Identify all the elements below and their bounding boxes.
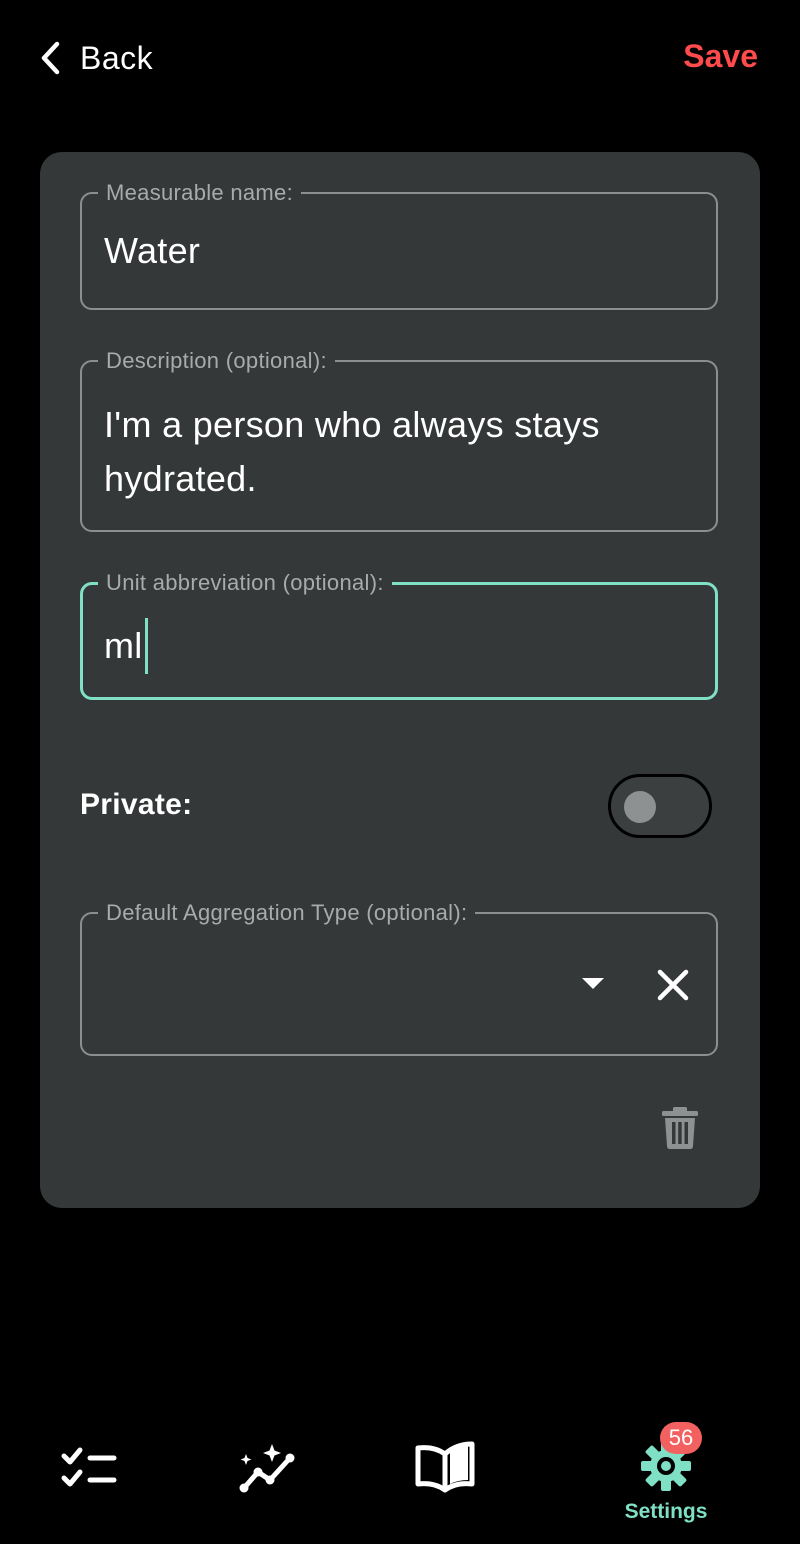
chevron-left-icon xyxy=(36,40,64,76)
aggregation-type-select[interactable]: Default Aggregation Type (optional): xyxy=(80,900,718,1056)
nav-habits[interactable] xyxy=(60,1444,120,1492)
trash-icon[interactable] xyxy=(660,1106,700,1150)
toggle-knob xyxy=(624,791,656,823)
unit-abbreviation-input: ml xyxy=(104,618,148,674)
nav-journal[interactable] xyxy=(414,1440,476,1494)
nav-insights[interactable] xyxy=(236,1442,298,1494)
back-button[interactable]: Back xyxy=(36,36,153,80)
text-cursor xyxy=(144,618,148,674)
close-icon[interactable] xyxy=(656,968,690,1002)
unit-abbreviation-label: Unit abbreviation (optional): xyxy=(98,570,392,596)
measurable-form-card: Measurable name: Water Description (opti… xyxy=(40,152,760,1208)
unit-abbreviation-value: ml xyxy=(104,625,143,666)
dropdown-arrow-icon[interactable] xyxy=(582,978,604,989)
measurable-name-field[interactable]: Measurable name: Water xyxy=(80,180,718,310)
measurable-name-label: Measurable name: xyxy=(98,180,302,206)
aggregation-type-label: Default Aggregation Type (optional): xyxy=(98,900,476,926)
unit-abbreviation-field[interactable]: Unit abbreviation (optional): ml xyxy=(80,570,718,700)
header: Back Save xyxy=(0,0,800,116)
measurable-name-value: Water xyxy=(104,230,201,271)
description-label: Description (optional): xyxy=(98,348,335,374)
save-button[interactable]: Save xyxy=(683,38,758,75)
settings-label: Settings xyxy=(624,1500,708,1523)
private-toggle[interactable] xyxy=(608,774,712,838)
nav-settings[interactable]: 56 Settings xyxy=(618,1422,714,1528)
description-field[interactable]: Description (optional): I'm a person who… xyxy=(80,348,718,532)
description-value: I'm a person who always stays hydrated. xyxy=(104,404,600,499)
notification-badge: 56 xyxy=(660,1422,702,1454)
sparkle-chart-icon xyxy=(239,1444,295,1493)
checklist-icon xyxy=(61,1447,117,1487)
edit-measurable-screen: Back Save Measurable name: Water Descrip… xyxy=(0,0,800,1544)
open-book-icon xyxy=(415,1441,475,1493)
private-label: Private: xyxy=(80,788,193,821)
bottom-navigation: 56 Settings xyxy=(0,1400,800,1544)
back-label: Back xyxy=(80,39,154,76)
